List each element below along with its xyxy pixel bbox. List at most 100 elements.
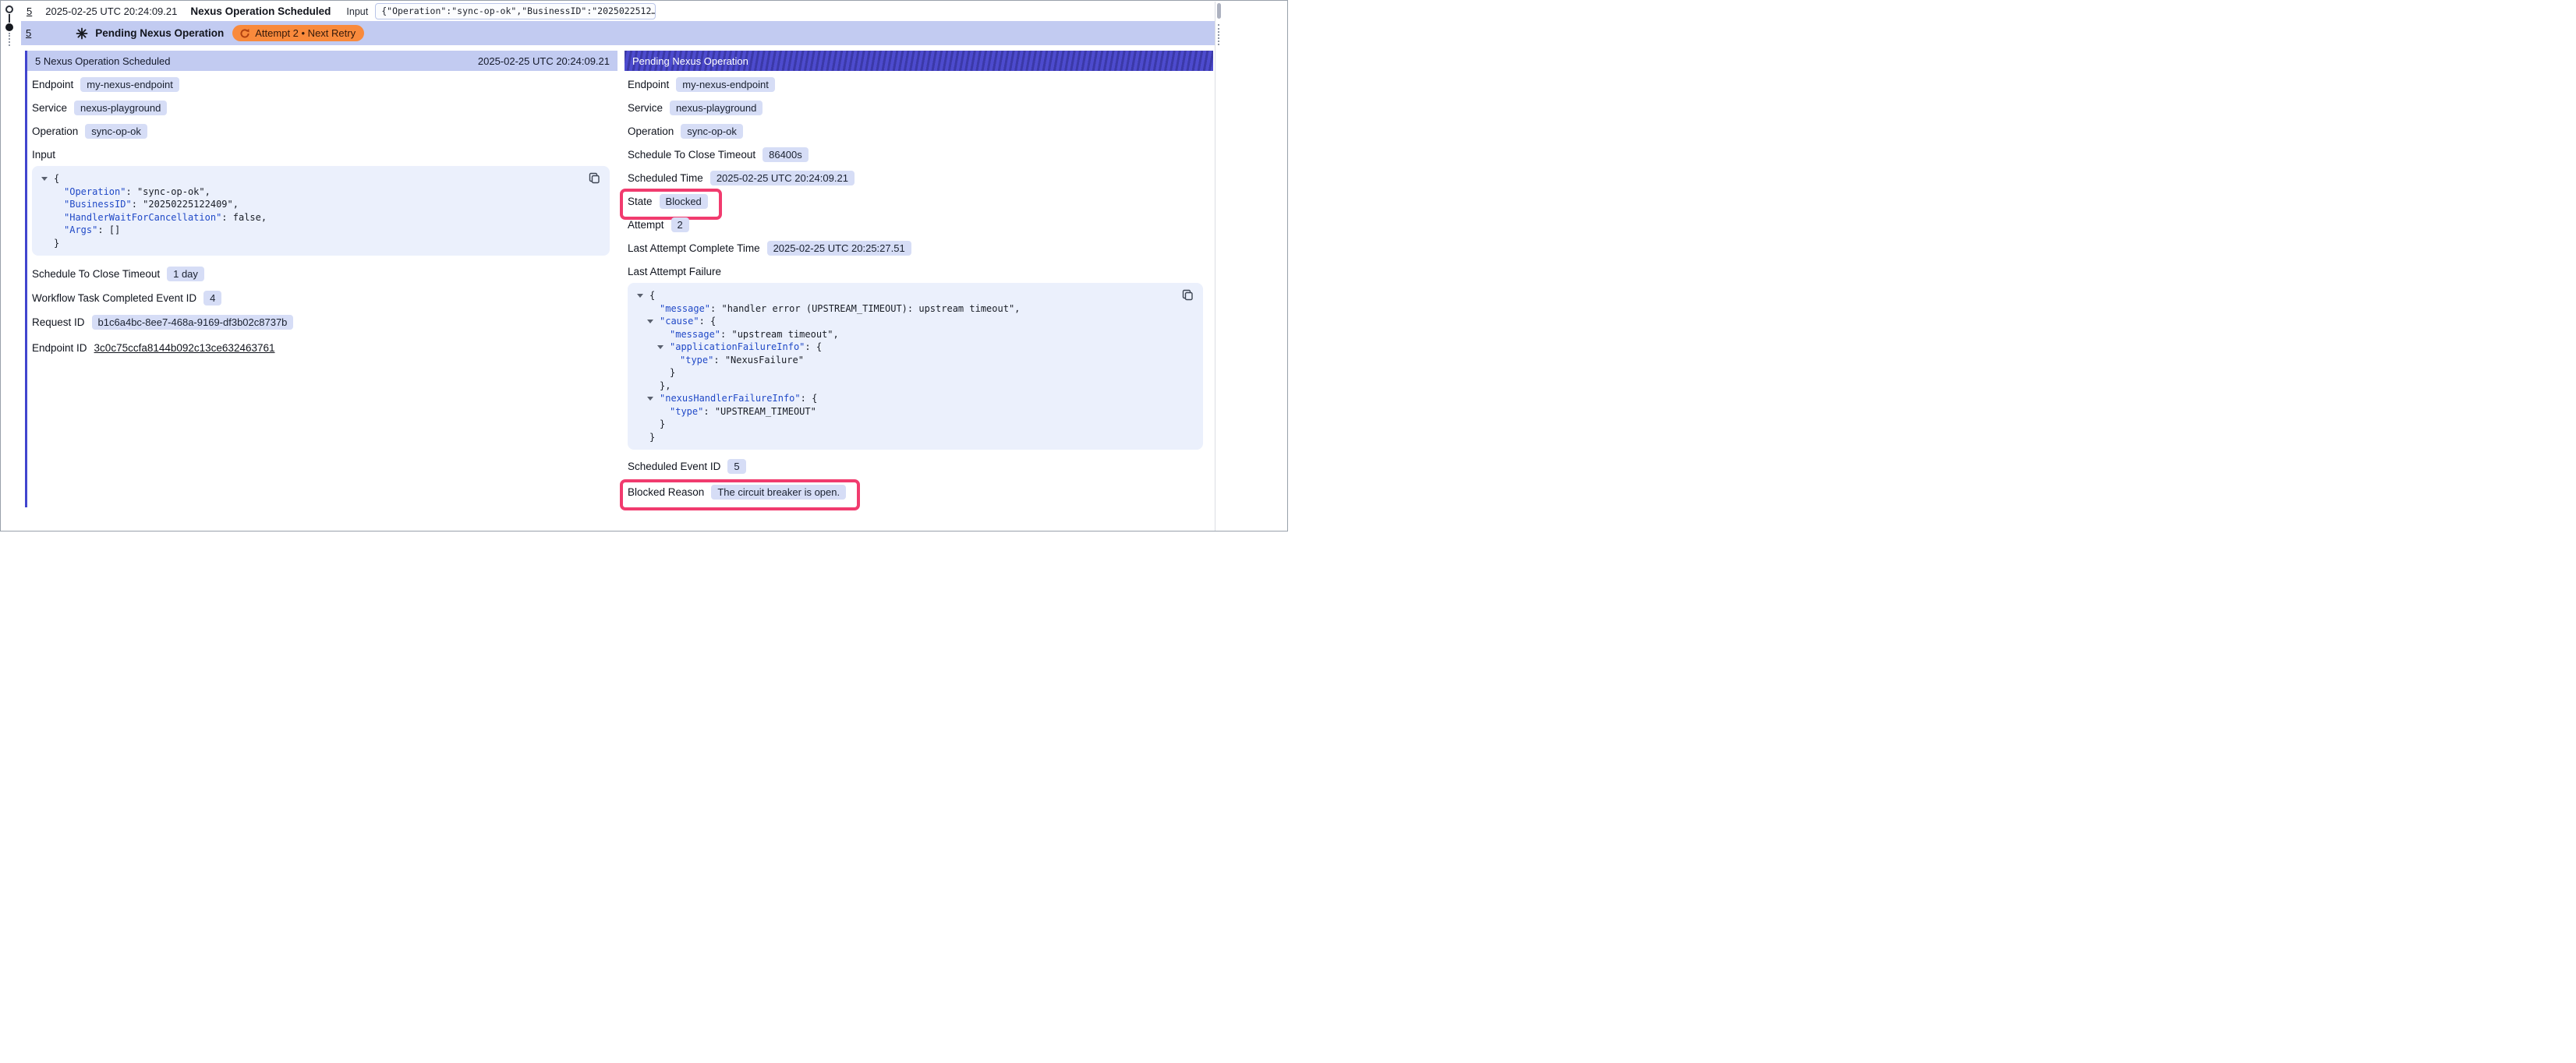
- field-row-operation: Operation sync-op-ok: [628, 122, 743, 139]
- field-row-service: Service nexus-playground: [32, 99, 167, 116]
- nexus-star-icon: [76, 27, 88, 40]
- field-label: Endpoint ID: [32, 342, 87, 354]
- field-label: Workflow Task Completed Event ID: [32, 292, 196, 304]
- timeline-node-icon: [5, 5, 13, 13]
- field-value-badge: sync-op-ok: [681, 124, 743, 139]
- panel-title: Pending Nexus Operation: [632, 55, 748, 67]
- collapse-chevron-icon[interactable]: [41, 177, 48, 181]
- scrollbar-thumb[interactable]: [1217, 3, 1221, 19]
- copy-button[interactable]: [589, 172, 600, 184]
- code-line: "BusinessID": "20250225122409",: [40, 198, 582, 211]
- code-line: "HandlerWaitForCancellation": false,: [40, 211, 582, 224]
- panel-pending-nexus-operation: Pending Nexus Operation Endpoint my-nexu…: [625, 51, 1213, 507]
- json-code: {"message": "handler error (UPSTREAM_TIM…: [635, 289, 1175, 443]
- field-row-scheduled-event-id: Scheduled Event ID 5: [628, 457, 746, 475]
- field-label: Service: [32, 102, 67, 114]
- retry-badge: Attempt 2 • Next Retry: [232, 25, 364, 41]
- input-json-preview: {"Operation":"sync-op-ok","BusinessID":"…: [375, 3, 656, 19]
- code-line: }: [40, 237, 582, 250]
- code-line: "type": "NexusFailure": [635, 354, 1175, 367]
- field-label: Schedule To Close Timeout: [32, 268, 160, 280]
- code-line: "Args": []: [40, 224, 582, 237]
- field-row-endpoint: Endpoint my-nexus-endpoint: [628, 76, 775, 93]
- retry-icon: [239, 28, 250, 39]
- code-line: "message": "upstream timeout",: [635, 328, 1175, 341]
- copy-button[interactable]: [1182, 289, 1194, 301]
- event-title: Pending Nexus Operation: [95, 27, 224, 39]
- field-label: State: [628, 196, 653, 207]
- field-value-badge: my-nexus-endpoint: [676, 77, 775, 92]
- field-label: Scheduled Time: [628, 172, 703, 184]
- field-row-state-highlighted: State Blocked: [628, 192, 708, 210]
- event-id-link[interactable]: 5: [27, 5, 32, 17]
- panel-nexus-operation-scheduled: 5 Nexus Operation Scheduled 2025-02-25 U…: [25, 51, 617, 507]
- temporal-event-history-screen: 5 2025-02-25 UTC 20:24:09.21 Nexus Opera…: [0, 0, 1288, 532]
- field-row-operation: Operation sync-op-ok: [32, 122, 147, 139]
- event-id-link[interactable]: 5: [26, 27, 31, 39]
- field-value-badge: b1c6a4bc-8ee7-468a-9169-df3b02c8737b: [92, 315, 294, 330]
- last-attempt-failure-label: Last Attempt Failure: [628, 263, 1207, 280]
- state-badge: Blocked: [660, 194, 708, 209]
- field-value-badge: 5: [727, 459, 745, 474]
- field-row-last-attempt-complete-time: Last Attempt Complete Time 2025-02-25 UT…: [628, 239, 911, 256]
- code-line: {: [40, 172, 582, 185]
- field-row-schedule-to-close-timeout: Schedule To Close Timeout 86400s: [628, 146, 809, 163]
- event-timestamp: 2025-02-25 UTC 20:24:09.21: [45, 5, 177, 17]
- input-section-label: Input: [32, 146, 611, 163]
- input-json-viewer: {"Operation": "sync-op-ok","BusinessID":…: [32, 166, 610, 256]
- code-line: {: [635, 289, 1175, 302]
- timeline-dotted-connector: [9, 33, 10, 46]
- panel-title: 5 Nexus Operation Scheduled: [35, 55, 170, 67]
- panel-body: Endpoint my-nexus-endpoint Service nexus…: [625, 76, 1213, 500]
- field-value-badge: 86400s: [763, 147, 809, 162]
- field-label: Last Attempt Complete Time: [628, 242, 760, 254]
- field-row-blocked-reason-highlighted: Blocked Reason The circuit breaker is op…: [628, 483, 846, 500]
- field-value-badge: 4: [203, 291, 221, 305]
- blocked-reason-badge: The circuit breaker is open.: [711, 485, 846, 500]
- event-row-scheduled[interactable]: 5 2025-02-25 UTC 20:24:09.21 Nexus Opera…: [21, 2, 656, 21]
- event-title: Nexus Operation Scheduled: [190, 5, 331, 17]
- field-value-badge: 1 day: [167, 267, 204, 281]
- field-label: Blocked Reason: [628, 486, 704, 498]
- code-line: "applicationFailureInfo": {: [635, 341, 1175, 354]
- scrollbar-dotted-marker: [1218, 24, 1219, 45]
- field-row-workflow-task-completed-event-id: Workflow Task Completed Event ID 4: [32, 289, 221, 306]
- field-row-service: Service nexus-playground: [628, 99, 763, 116]
- panel-timestamp: 2025-02-25 UTC 20:24:09.21: [478, 55, 610, 67]
- field-value-badge: nexus-playground: [670, 101, 763, 115]
- event-row-pending[interactable]: 5 Pending Nexus Operation Attempt 2 • Ne…: [21, 21, 1215, 45]
- code-line: "cause": {: [635, 315, 1175, 328]
- field-value-badge: my-nexus-endpoint: [80, 77, 179, 92]
- field-row-attempt: Attempt 2: [628, 216, 689, 233]
- code-line: "message": "handler error (UPSTREAM_TIME…: [635, 302, 1175, 316]
- collapse-chevron-icon[interactable]: [637, 294, 643, 298]
- failure-json-viewer: {"message": "handler error (UPSTREAM_TIM…: [628, 283, 1203, 450]
- timeline-current-dot-icon: [5, 23, 13, 31]
- field-value-badge: 2025-02-25 UTC 20:24:09.21: [710, 171, 855, 185]
- collapse-chevron-icon[interactable]: [647, 397, 653, 401]
- scrollbar[interactable]: [1215, 2, 1222, 532]
- endpoint-id-link[interactable]: 3c0c75ccfa8144b092c13ce632463761: [94, 342, 275, 354]
- field-label: Operation: [32, 125, 78, 137]
- field-label: Operation: [628, 125, 674, 137]
- field-row-scheduled-time: Scheduled Time 2025-02-25 UTC 20:24:09.2…: [628, 169, 855, 186]
- json-code: {"Operation": "sync-op-ok","BusinessID":…: [40, 172, 582, 249]
- code-line: },: [635, 380, 1175, 393]
- field-label: Attempt: [628, 219, 664, 231]
- code-line: "nexusHandlerFailureInfo": {: [635, 392, 1175, 405]
- field-row-request-id: Request ID b1c6a4bc-8ee7-468a-9169-df3b0…: [32, 313, 293, 330]
- code-line: }: [635, 431, 1175, 444]
- panel-header: 5 Nexus Operation Scheduled 2025-02-25 U…: [27, 51, 617, 71]
- input-label: Input: [346, 6, 368, 17]
- field-row-endpoint: Endpoint my-nexus-endpoint: [32, 76, 179, 93]
- field-label: Scheduled Event ID: [628, 461, 720, 472]
- collapse-chevron-icon[interactable]: [647, 320, 653, 323]
- timeline-connector: [9, 14, 10, 23]
- panel-body: Endpoint my-nexus-endpoint Service nexus…: [27, 76, 617, 356]
- field-label: Schedule To Close Timeout: [628, 149, 755, 161]
- code-line: }: [635, 418, 1175, 431]
- field-label: Endpoint: [32, 79, 73, 90]
- collapse-chevron-icon[interactable]: [657, 345, 663, 349]
- retry-badge-label: Attempt 2 • Next Retry: [255, 27, 356, 39]
- field-value-badge: sync-op-ok: [85, 124, 147, 139]
